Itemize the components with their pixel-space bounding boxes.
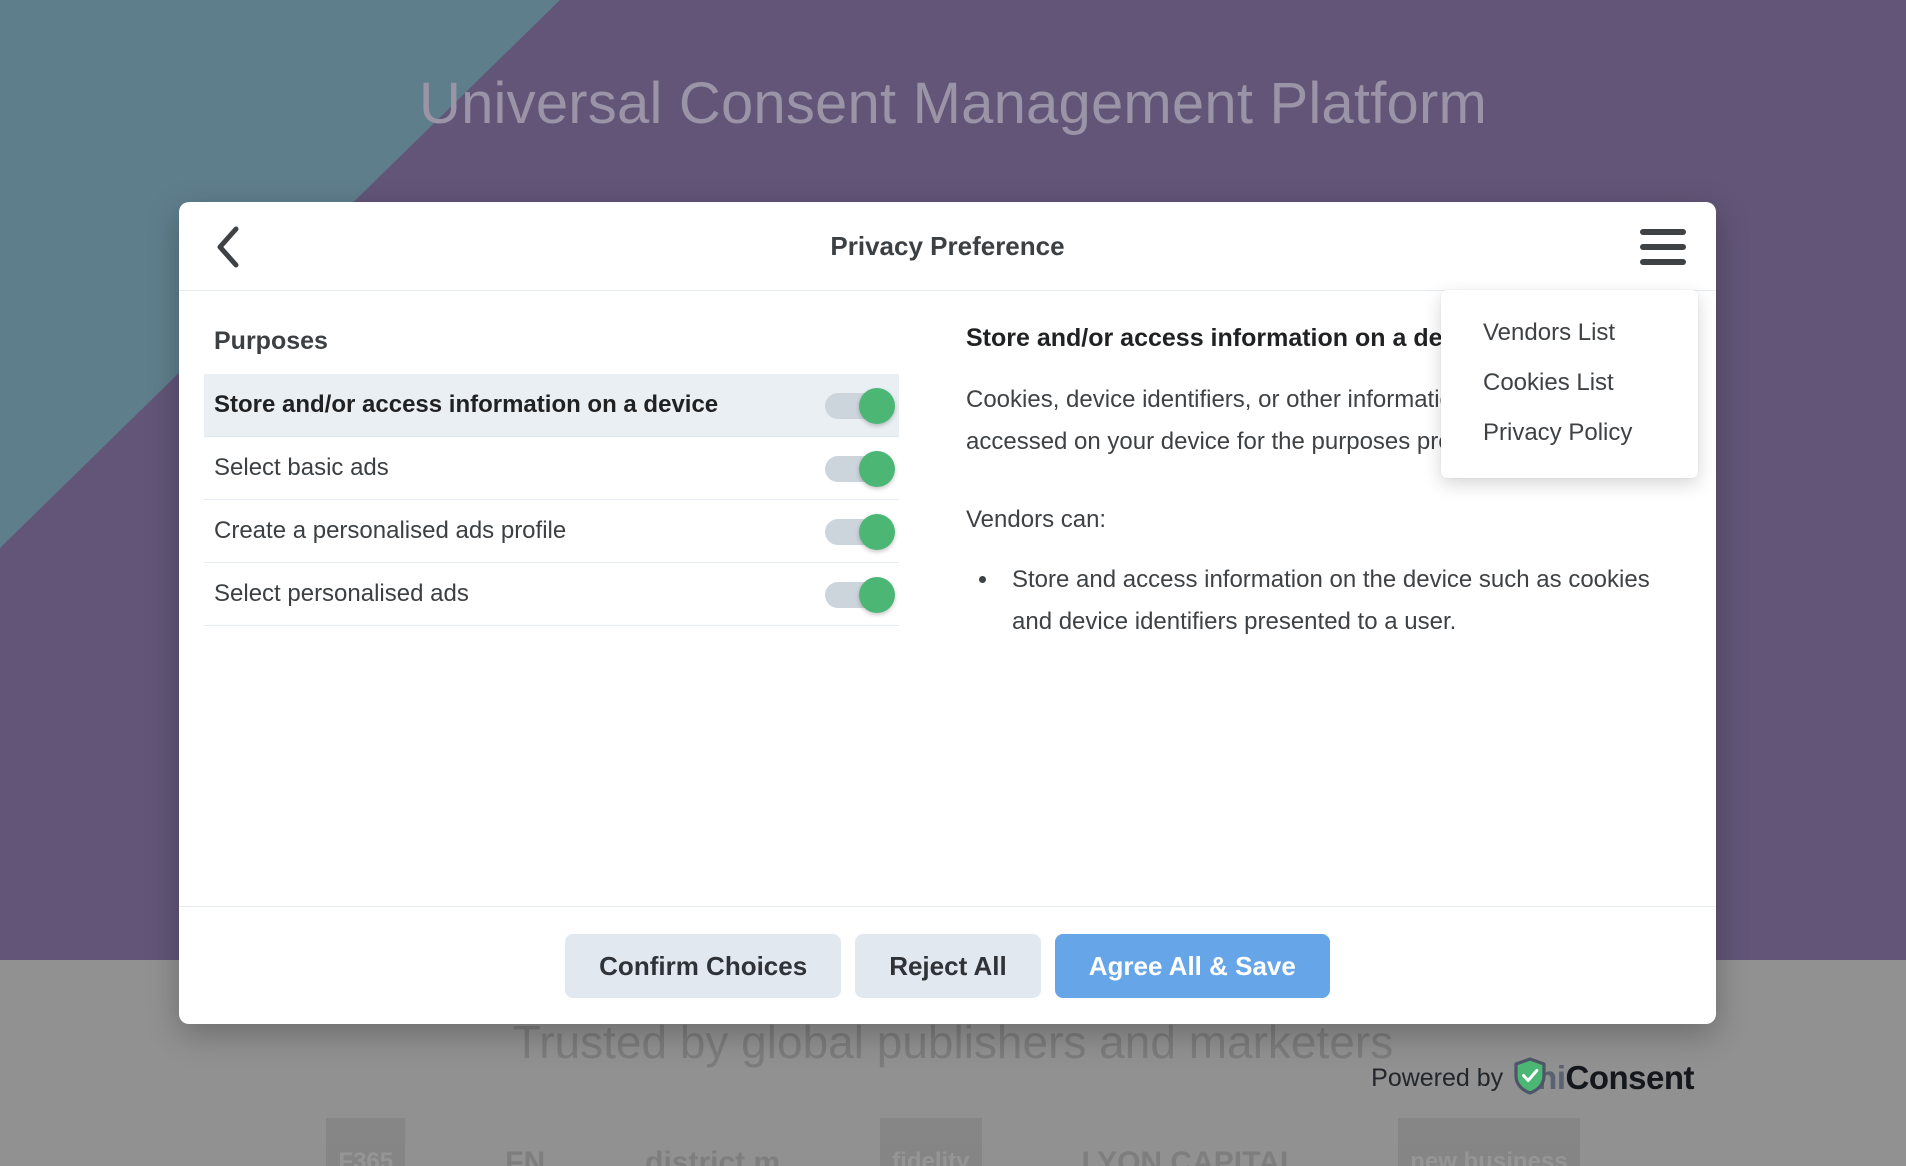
purpose-label: Store and/or access information on a dev… [214,391,718,419]
hero-title: Universal Consent Management Platform [0,62,1906,146]
menu-item-vendors-list[interactable]: Vendors List [1441,308,1698,358]
purpose-toggle[interactable] [825,454,889,482]
partner-logos-row: F365 FN district m fidelity LYON CAPITAL… [0,1118,1906,1166]
toggle-knob [859,514,895,550]
toggle-knob [859,451,895,487]
toggle-knob [859,577,895,613]
purpose-row[interactable]: Select basic ads [204,437,899,500]
detail-bullet-item: Store and access information on the devi… [1000,559,1670,643]
purposes-pane: Purposes Store and/or access information… [179,291,924,906]
privacy-preference-modal: Privacy Preference Vendors List Cookies … [179,202,1716,1024]
modal-header: Privacy Preference [179,202,1716,291]
page-root: Universal Consent Management Platform Tr… [0,0,1906,1166]
hamburger-menu-button[interactable] [1636,224,1690,270]
purpose-label: Select personalised ads [214,580,469,608]
purpose-label: Select basic ads [214,454,389,482]
purpose-row[interactable]: Create a personalised ads profile [204,500,899,563]
powered-by-label: Powered by [1371,1064,1503,1093]
confirm-choices-button[interactable]: Confirm Choices [565,934,841,998]
powered-by-branding: Powered by ni Consent [1371,1053,1694,1103]
modal-footer: Confirm Choices Reject All Agree All & S… [179,906,1716,1025]
purpose-toggle[interactable] [825,580,889,608]
reject-all-button[interactable]: Reject All [855,934,1041,998]
header-dropdown-menu: Vendors List Cookies List Privacy Policy [1441,290,1698,478]
detail-bullet-list: Store and access information on the devi… [966,559,1670,643]
partner-logo: district m [645,1132,780,1166]
partner-logo: LYON CAPITAL [1082,1132,1299,1166]
menu-item-privacy-policy[interactable]: Privacy Policy [1441,408,1698,458]
purpose-label: Create a personalised ads profile [214,517,566,545]
hamburger-menu-icon-bar [1640,259,1686,265]
shield-check-icon [1513,1057,1547,1100]
partner-logo: new business [1398,1118,1579,1166]
purpose-toggle[interactable] [825,391,889,419]
agree-all-and-save-button[interactable]: Agree All & Save [1055,934,1330,998]
purpose-row[interactable]: Store and/or access information on a dev… [204,374,899,437]
brand-name-suffix: Consent [1566,1059,1695,1097]
partner-logo: FN [505,1132,545,1166]
purposes-heading: Purposes [214,327,899,356]
menu-item-cookies-list[interactable]: Cookies List [1441,358,1698,408]
purpose-row[interactable]: Select personalised ads [204,563,899,626]
toggle-knob [859,388,895,424]
partner-logo: F365 [326,1118,405,1166]
detail-subheading: Vendors can: [966,503,1670,537]
partner-logo: fidelity [880,1118,981,1166]
hamburger-menu-icon-bar [1640,244,1686,250]
purpose-toggle[interactable] [825,517,889,545]
modal-title: Privacy Preference [179,202,1716,290]
uniconsent-logo: ni Consent [1513,1057,1694,1100]
hamburger-menu-icon-bar [1640,229,1686,235]
